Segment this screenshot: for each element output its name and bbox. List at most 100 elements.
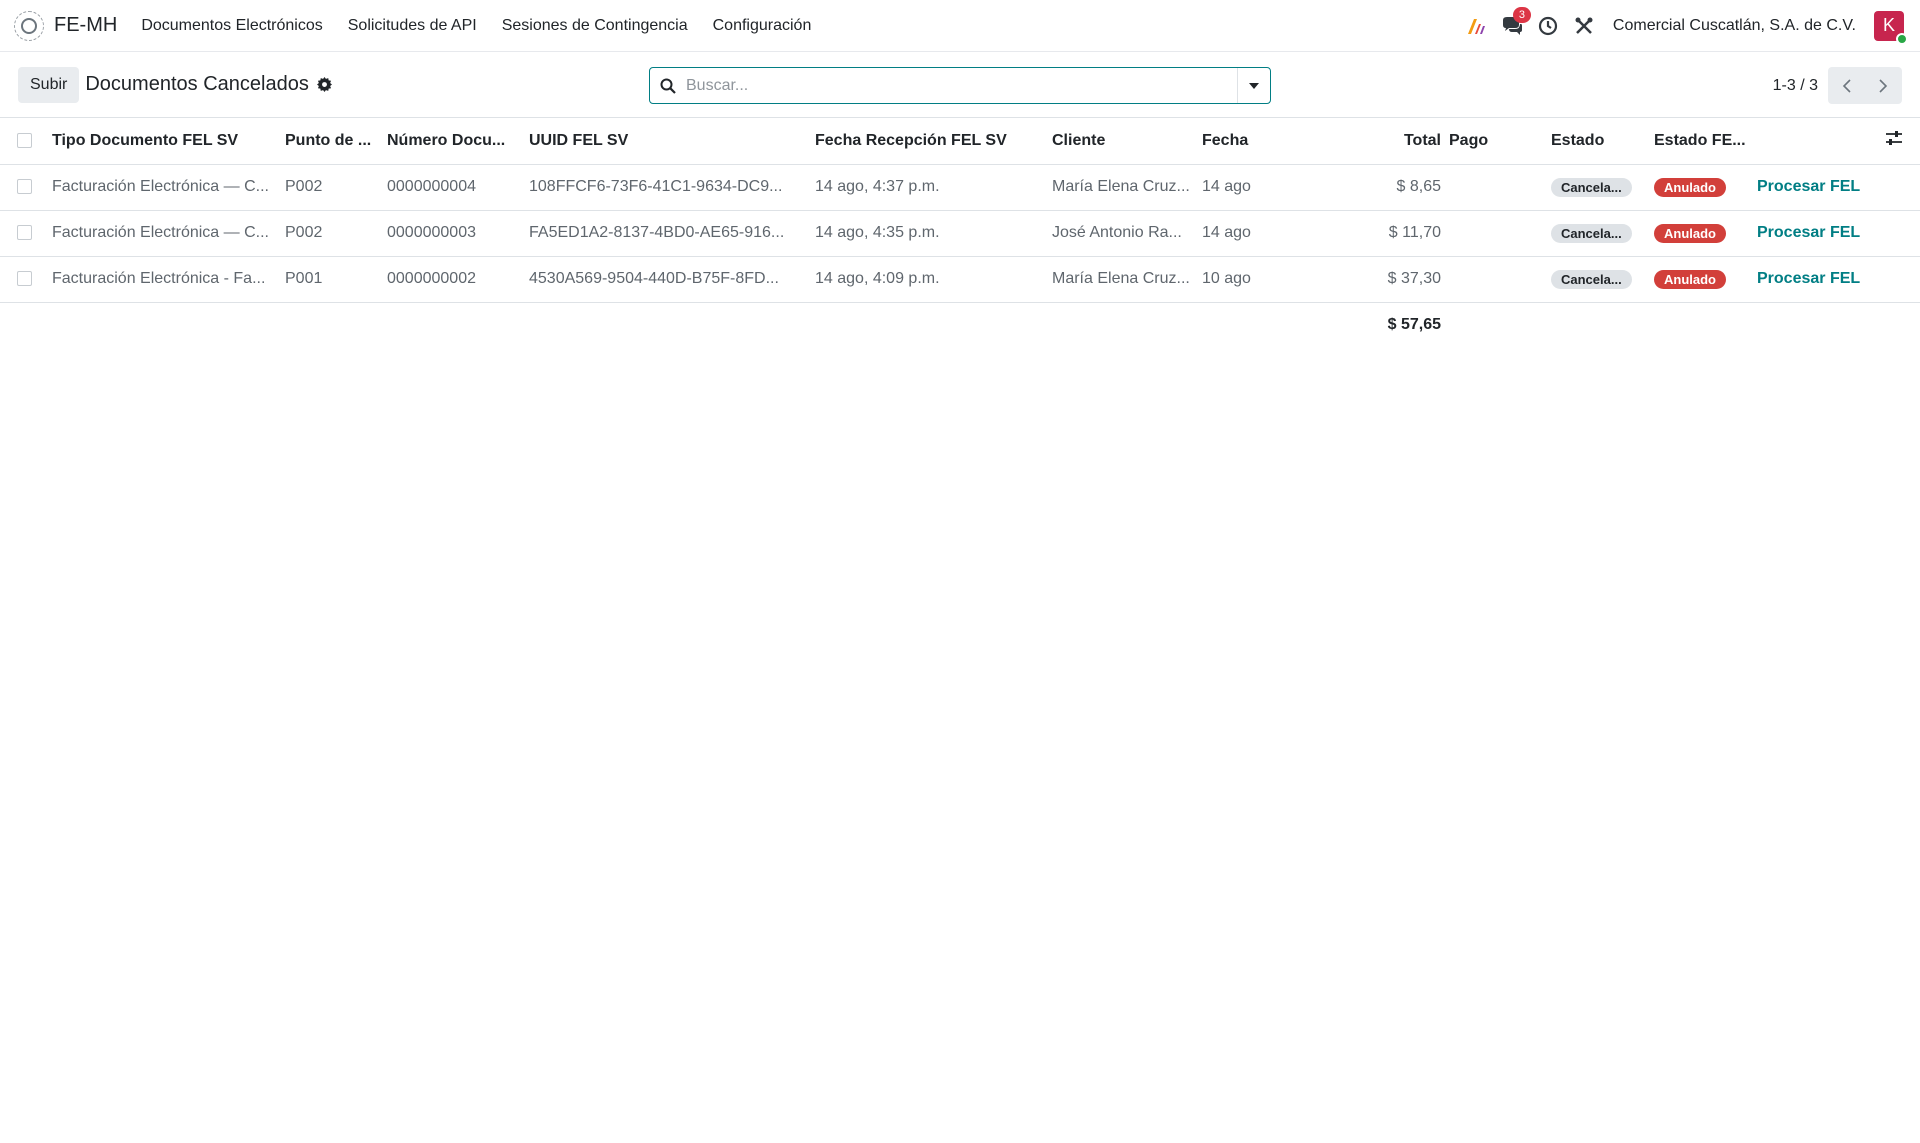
process-fel-button[interactable]: Procesar FEL [1757,178,1860,195]
search-options-dropdown-icon[interactable] [1237,68,1270,103]
table-row[interactable]: Facturación Electrónica - Fa... P001 000… [0,256,1920,303]
cell-estado: Cancela... [1547,164,1650,211]
cell-fecha: 14 ago [1198,164,1286,211]
cell-fecha: 14 ago [1198,210,1286,257]
cell-punto: P002 [281,210,383,257]
cell-tipo: Facturación Electrónica — C... [48,164,281,211]
header-uuid[interactable]: UUID FEL SV [525,118,811,165]
row-checkbox[interactable] [16,271,32,287]
header-total[interactable]: Total [1286,118,1445,165]
header-estado[interactable]: Estado [1547,118,1650,165]
messages-icon[interactable]: 3 [1501,6,1531,37]
messages-count-badge: 3 [1512,6,1531,23]
search-bar [649,67,1271,104]
pager-previous-button[interactable] [1828,67,1865,104]
cell-numero: 0000000002 [383,256,525,303]
page-title: Documentos Cancelados [85,73,309,95]
table-row[interactable]: Facturación Electrónica — C... P002 0000… [0,164,1920,211]
pager-next-button[interactable] [1865,67,1902,104]
header-cliente[interactable]: Cliente [1048,118,1198,165]
pager-value[interactable]: 1-3 / 3 [1773,77,1818,95]
cell-estado-fel: Anulado [1650,210,1753,257]
cell-numero: 0000000004 [383,164,525,211]
cell-pago [1445,256,1547,303]
cell-fecha-recepcion: 14 ago, 4:35 p.m. [811,210,1048,257]
cell-cliente: María Elena Cruz... [1048,256,1198,303]
header-tipo-documento[interactable]: Tipo Documento FEL SV [48,118,281,165]
menu-documentos-electronicos[interactable]: Documentos Electrónicos [141,17,322,35]
cell-estado-fel: Anulado [1650,164,1753,211]
cell-uuid: 4530A569-9504-440D-B75F-8FD... [525,256,811,303]
user-avatar[interactable]: K [1874,10,1908,45]
cell-numero: 0000000003 [383,210,525,257]
row-checkbox[interactable] [16,225,32,241]
navbar-right: 3 Comercial Cuscatlán, S.A. de C.V. K [1451,6,1908,45]
cell-total: $ 37,30 [1286,256,1445,303]
status-badge: Cancela... [1551,269,1632,289]
table-row[interactable]: Facturación Electrónica — C... P002 0000… [0,210,1920,257]
fel-status-badge: Anulado [1654,269,1726,289]
activity-clock-icon[interactable] [1537,15,1559,37]
cell-total: $ 11,70 [1286,210,1445,257]
cell-total: $ 8,65 [1286,164,1445,211]
app-name[interactable]: FE-MH [54,14,117,37]
online-status-icon [1896,32,1908,45]
search-input[interactable] [686,68,1237,103]
row-select-cell [0,210,48,257]
cell-uuid: 108FFCF6-73F6-41C1-9634-DC9... [525,164,811,211]
top-navbar: FE-MH Documentos Electrónicos Solicitude… [0,0,1920,52]
cell-punto: P001 [281,256,383,303]
process-fel-button[interactable]: Procesar FEL [1757,270,1860,287]
status-badge: Cancela... [1551,223,1632,243]
documents-table: Tipo Documento FEL SV Punto de ... Númer… [0,118,1920,347]
cell-fecha-recepcion: 14 ago, 4:37 p.m. [811,164,1048,211]
cell-fecha-recepcion: 14 ago, 4:09 p.m. [811,256,1048,303]
row-checkbox[interactable] [16,179,32,195]
row-select-cell [0,164,48,211]
cell-pago [1445,210,1547,257]
gear-icon[interactable] [316,77,332,92]
cell-action: Procesar FEL [1753,164,1920,211]
cell-punto: P002 [281,164,383,211]
cell-uuid: FA5ED1A2-8137-4BD0-AE65-916... [525,210,811,257]
avatar-letter: K [1882,15,1895,35]
cell-tipo: Facturación Electrónica - Fa... [48,256,281,303]
row-select-cell [0,256,48,303]
cell-pago [1445,164,1547,211]
cell-action: Procesar FEL [1753,256,1920,303]
table-header-row: Tipo Documento FEL SV Punto de ... Númer… [0,118,1920,165]
header-pago[interactable]: Pago [1445,118,1547,165]
cell-action: Procesar FEL [1753,210,1920,257]
cell-fecha: 10 ago [1198,256,1286,303]
control-panel: Subir Documentos Cancelados 1-3 / 3 [0,52,1920,118]
ai-assistant-icon[interactable] [1465,15,1487,37]
company-switcher[interactable]: Comercial Cuscatlán, S.A. de C.V. [1613,17,1856,35]
pager: 1-3 / 3 [1773,67,1902,104]
menu-solicitudes-api[interactable]: Solicitudes de API [348,17,477,35]
optional-columns-toggle[interactable] [1868,118,1920,165]
cell-estado: Cancela... [1547,256,1650,303]
status-badge: Cancela... [1551,177,1632,197]
column-settings-icon [1886,131,1902,146]
menu-sesiones-contingencia[interactable]: Sesiones de Contingencia [502,17,688,35]
cell-cliente: María Elena Cruz... [1048,164,1198,211]
cell-tipo: Facturación Electrónica — C... [48,210,281,257]
footer-total-sum: $ 57,65 [1387,315,1441,333]
table-footer-row: $ 57,65 [0,302,1920,347]
app-logo-icon[interactable] [14,10,44,41]
header-punto[interactable]: Punto de ... [281,118,383,165]
header-fecha[interactable]: Fecha [1198,118,1286,165]
cell-estado-fel: Anulado [1650,256,1753,303]
tools-icon[interactable] [1573,15,1595,37]
select-all-cell [0,118,48,165]
upload-button[interactable]: Subir [18,66,80,103]
select-all-checkbox[interactable] [16,133,32,149]
cell-estado: Cancela... [1547,210,1650,257]
header-fecha-recepcion[interactable]: Fecha Recepción FEL SV [811,118,1048,165]
process-fel-button[interactable]: Procesar FEL [1757,224,1860,241]
header-estado-fel[interactable]: Estado FE... [1650,118,1753,165]
fel-status-badge: Anulado [1654,223,1726,243]
header-numero-documento[interactable]: Número Docu... [383,118,525,165]
search-icon [650,78,686,94]
menu-configuracion[interactable]: Configuración [713,17,812,35]
